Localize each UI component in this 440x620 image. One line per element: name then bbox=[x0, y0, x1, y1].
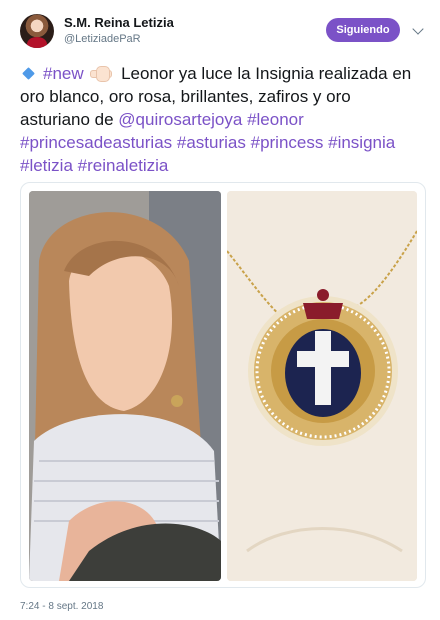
hashtag-princess[interactable]: #princess bbox=[251, 133, 324, 152]
user-handle[interactable]: @LetiziadePaR bbox=[64, 33, 141, 45]
girl-photo-art bbox=[29, 191, 221, 581]
media-container bbox=[20, 182, 426, 588]
tweet-header: S.M. Reina Letizia @LetiziadePaR Siguien… bbox=[0, 0, 440, 56]
hashtag-leonor[interactable]: #leonor bbox=[247, 110, 304, 129]
tweet-timestamp[interactable]: 7:24 - 8 sept. 2018 bbox=[20, 601, 103, 612]
pendant-photo[interactable] bbox=[227, 191, 417, 581]
avatar[interactable] bbox=[20, 14, 54, 48]
hashtag-letizia[interactable]: #letizia bbox=[20, 156, 73, 175]
tweet-text: #new Leonor ya luce la Insignia realizad… bbox=[20, 62, 424, 177]
hashtag-asturias[interactable]: #asturias bbox=[177, 133, 246, 152]
chevron-down-icon[interactable] bbox=[412, 23, 424, 35]
pendant-photo-art bbox=[227, 191, 417, 581]
hand-emoji-icon bbox=[90, 66, 113, 83]
hashtag-princesadeasturias[interactable]: #princesadeasturias bbox=[20, 133, 172, 152]
hashtag-insignia[interactable]: #insignia bbox=[328, 133, 395, 152]
display-name[interactable]: S.M. Reina Letizia bbox=[64, 15, 174, 30]
following-button[interactable]: Siguiendo bbox=[326, 18, 400, 42]
hashtag-new[interactable]: #new bbox=[43, 64, 84, 83]
girl-photo[interactable] bbox=[29, 191, 221, 581]
blue-diamond-icon bbox=[22, 67, 35, 80]
mention-link[interactable]: @quirosartejoya bbox=[118, 110, 242, 129]
hashtag-reinaletizia[interactable]: #reinaletizia bbox=[78, 156, 169, 175]
